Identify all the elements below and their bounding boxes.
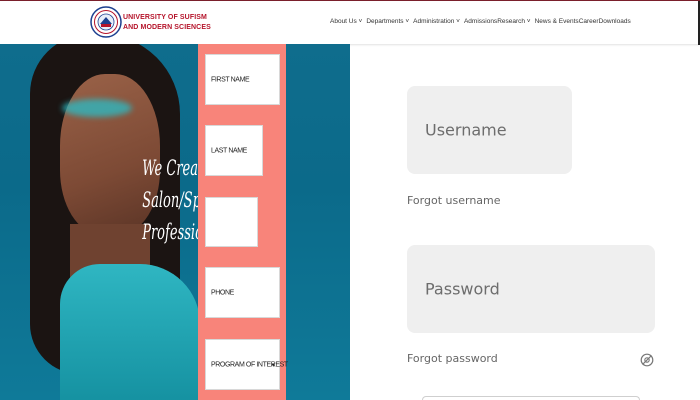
last-name-field[interactable]: LAST NAME: [205, 125, 263, 176]
nav-research[interactable]: Research ˅: [497, 18, 530, 25]
nav-departments[interactable]: Departments ˅: [366, 18, 409, 25]
hero-headline: We Create Salon/Spa Professionals: [108, 152, 230, 248]
username-placeholder: Username: [425, 120, 507, 140]
first-name-placeholder: FIRST NAME: [211, 76, 250, 83]
chevron-down-icon: ▾: [271, 361, 275, 369]
last-name-placeholder: LAST NAME: [211, 147, 247, 154]
site-header: UNIVERSITY OF SUFISM AND MODERN SCIENCES…: [0, 0, 700, 45]
brand-line-2: AND MODERN SCIENCES: [123, 24, 211, 31]
forgot-username-link[interactable]: Forgot username: [407, 194, 501, 207]
hero-photo-eyeshadow: [62, 99, 132, 117]
login-button-edge[interactable]: [422, 396, 640, 400]
password-input[interactable]: Password: [407, 245, 655, 333]
nav-about-us[interactable]: About Us ˅: [330, 18, 362, 25]
phone-placeholder: PHONE: [211, 289, 234, 296]
first-name-field[interactable]: FIRST NAME: [205, 54, 280, 105]
email-field[interactable]: [205, 197, 258, 247]
hero-photo-top: [60, 264, 200, 400]
brand-name[interactable]: UNIVERSITY OF SUFISM AND MODERN SCIENCES: [123, 13, 211, 33]
nav-downloads[interactable]: Downloads: [599, 18, 631, 25]
hero-banner: We Create Salon/Spa Professionals: [0, 44, 350, 400]
nav-news-events[interactable]: News & Events: [535, 18, 579, 25]
program-selected-value: PROGRAM OF INTEREST: [211, 361, 288, 368]
nav-administration[interactable]: Administration ˅: [413, 18, 460, 25]
phone-field[interactable]: PHONE: [205, 267, 280, 318]
forgot-password-link[interactable]: Forgot password: [407, 352, 498, 365]
eye-slash-icon[interactable]: [640, 353, 654, 367]
nav-admissions[interactable]: Admissions: [464, 18, 497, 25]
brand-line-1: UNIVERSITY OF SUFISM: [123, 14, 207, 21]
hero-headline-line-1: We Create: [142, 156, 211, 180]
nav-career[interactable]: Career: [579, 18, 599, 25]
main-nav: About Us ˅ Departments ˅ Administration …: [330, 18, 631, 25]
hero-headline-line-2: Salon/Spa: [142, 188, 209, 212]
university-seal-icon[interactable]: [90, 6, 122, 38]
password-placeholder: Password: [425, 279, 500, 299]
hero-headline-line-3: Professionals: [142, 220, 230, 244]
username-input[interactable]: Username: [407, 86, 572, 174]
program-select[interactable]: PROGRAM OF INTEREST ▾: [205, 339, 288, 390]
